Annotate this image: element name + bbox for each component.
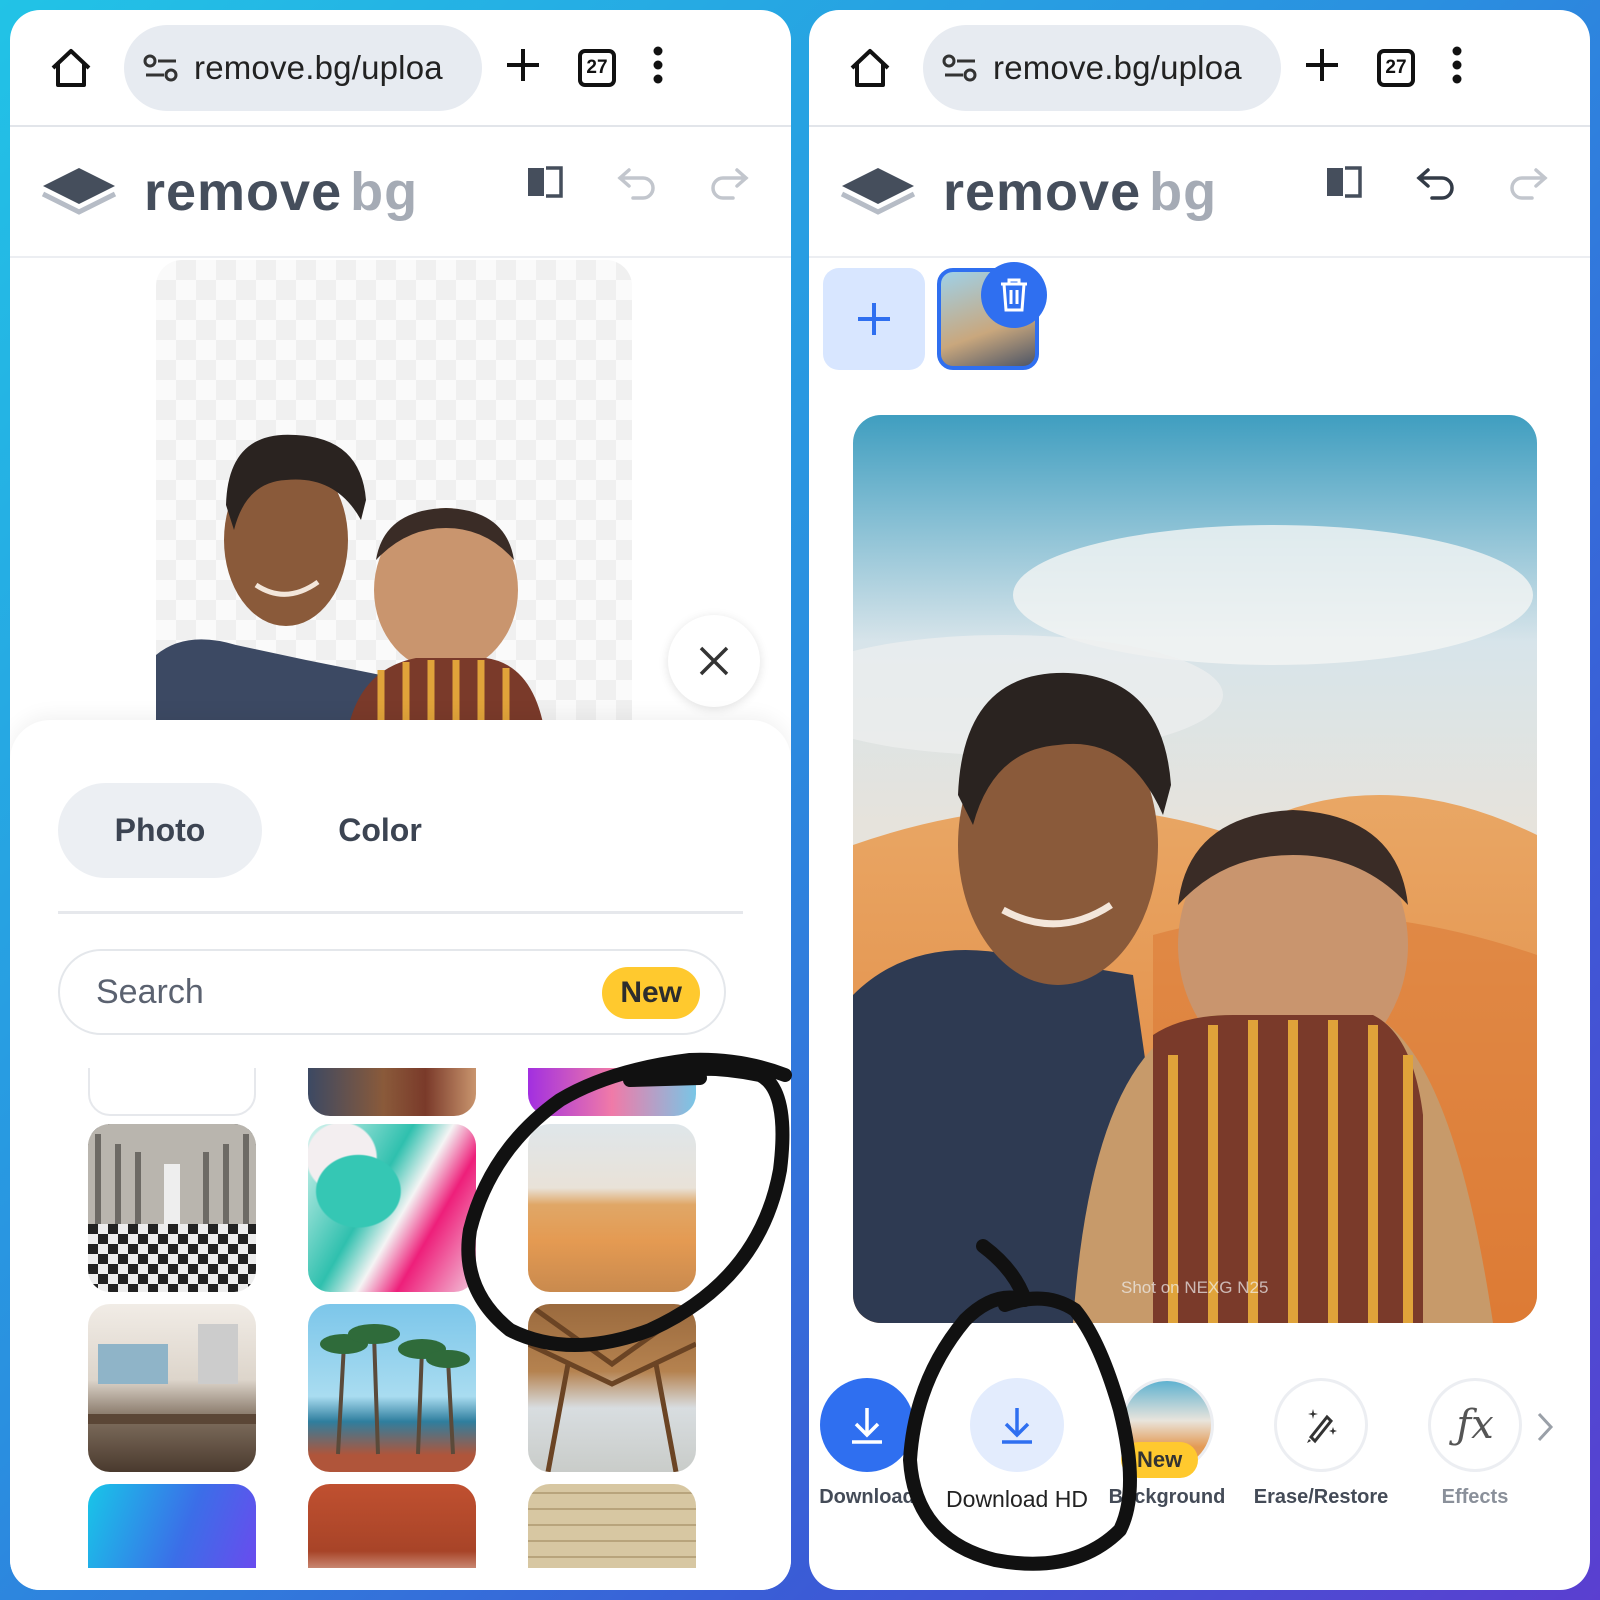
camera-watermark: Shot on NEXG N25 [1121, 1278, 1268, 1297]
erase-restore-label: Erase/Restore [1253, 1486, 1389, 1508]
background-tile-wooden-pavilion[interactable] [528, 1304, 696, 1472]
background-tile-palace-hall[interactable] [88, 1124, 256, 1292]
background-photo-grid [88, 1068, 698, 1568]
home-icon[interactable] [835, 33, 905, 103]
site-settings-icon[interactable] [941, 53, 979, 83]
background-tile-desert-dunes[interactable] [528, 1124, 696, 1292]
background-tile-cafe-interior[interactable] [88, 1304, 256, 1472]
compare-icon[interactable] [525, 164, 567, 205]
address-bar[interactable]: remove.bg/uploa [923, 24, 1281, 111]
new-badge: New [602, 967, 700, 1019]
background-tile-gradient-purple[interactable] [528, 1068, 696, 1116]
effects-label: Effects [1441, 1486, 1509, 1508]
toolbar-divider [809, 125, 1590, 127]
new-tab-icon[interactable] [1303, 46, 1341, 89]
address-bar[interactable]: remove.bg/uploa [124, 24, 482, 111]
background-tile-stone-wall[interactable] [528, 1484, 696, 1568]
background-button[interactable]: New Background [1087, 1378, 1247, 1509]
removebg-logo-icon [840, 168, 916, 215]
tab-color[interactable]: Color [262, 783, 498, 878]
more-menu-icon[interactable] [1451, 46, 1463, 89]
url-text: remove.bg/uploa [194, 48, 443, 86]
effects-button[interactable]: ƒx Effects [1395, 1378, 1555, 1509]
download-hd-label: Download HD [946, 1486, 1088, 1512]
cutout-preview [156, 260, 632, 740]
phone-screen-left: remove.bg/uploa 27 remove bg Photo Color… [10, 10, 791, 1590]
background-tile-blue-purple-gradient[interactable] [88, 1484, 256, 1568]
add-image-button[interactable] [823, 268, 925, 370]
browser-toolbar: remove.bg/uploa 27 [809, 10, 1590, 125]
chevron-right-icon[interactable] [1535, 1410, 1555, 1449]
close-button[interactable] [668, 615, 760, 707]
erase-restore-button[interactable]: Erase/Restore [1241, 1378, 1401, 1509]
browser-toolbar: remove.bg/uploa 27 [10, 10, 791, 125]
download-hd-icon [970, 1378, 1064, 1472]
background-tile-white[interactable] [88, 1068, 256, 1116]
tab-photo[interactable]: Photo [58, 783, 262, 878]
app-header: remove bg [10, 128, 791, 258]
tab-switcher-button[interactable]: 27 [578, 48, 616, 87]
undo-icon[interactable] [615, 164, 659, 205]
background-tile-red-rock-arch[interactable] [308, 1484, 476, 1568]
background-picker-sheet: Photo Color New [10, 720, 791, 1590]
download-icon [820, 1378, 914, 1472]
site-settings-icon[interactable] [142, 53, 180, 83]
home-icon[interactable] [36, 33, 106, 103]
phone-screen-right: remove.bg/uploa 27 remove bg Shot on NEX… [809, 10, 1590, 1590]
plus-icon [858, 303, 890, 335]
url-text: remove.bg/uploa [993, 48, 1242, 86]
removebg-logo-icon [41, 168, 117, 215]
image-thumbnails [823, 262, 1047, 370]
download-label: Download [819, 1486, 915, 1508]
logo-text-remove: remove [943, 162, 1142, 222]
search-input[interactable] [96, 972, 576, 1012]
redo-icon[interactable] [1506, 164, 1550, 205]
download-hd-button[interactable]: Download HD [937, 1378, 1097, 1513]
background-label: Background [1108, 1486, 1226, 1508]
background-tile-pink-teal-marble[interactable] [308, 1124, 476, 1292]
undo-icon[interactable] [1414, 164, 1458, 205]
logo-text-remove: remove [144, 162, 343, 222]
trash-icon [1001, 278, 1027, 312]
logo-text-bg: bg [350, 162, 419, 222]
new-tab-icon[interactable] [504, 46, 542, 89]
logo-text-bg: bg [1149, 162, 1218, 222]
close-icon [699, 646, 729, 676]
tab-switcher-button[interactable]: 27 [1377, 48, 1415, 87]
background-tile-selfie[interactable] [308, 1068, 476, 1116]
selected-image-thumbnail[interactable] [937, 262, 1047, 370]
cutout-people-image [156, 434, 546, 740]
background-tile-palm-trees[interactable] [308, 1304, 476, 1472]
delete-image-button[interactable] [981, 262, 1047, 328]
fx-icon: ƒx [1428, 1378, 1522, 1472]
toolbar-divider [10, 125, 791, 127]
download-button[interactable]: Download [809, 1378, 947, 1509]
background-search: New [58, 949, 726, 1035]
background-new-badge: New [1121, 1442, 1199, 1478]
background-type-tabs: Photo Color [58, 783, 498, 878]
app-header: remove bg [809, 128, 1590, 258]
more-menu-icon[interactable] [652, 46, 664, 89]
edited-result-image: Shot on NEXG N25 [853, 415, 1537, 1323]
redo-icon[interactable] [707, 164, 751, 205]
tabs-divider [58, 911, 743, 914]
editor-toolbar: Download Download HD New Background Eras… [809, 1370, 1590, 1570]
magic-brush-icon [1274, 1378, 1368, 1472]
compare-icon[interactable] [1324, 164, 1366, 205]
